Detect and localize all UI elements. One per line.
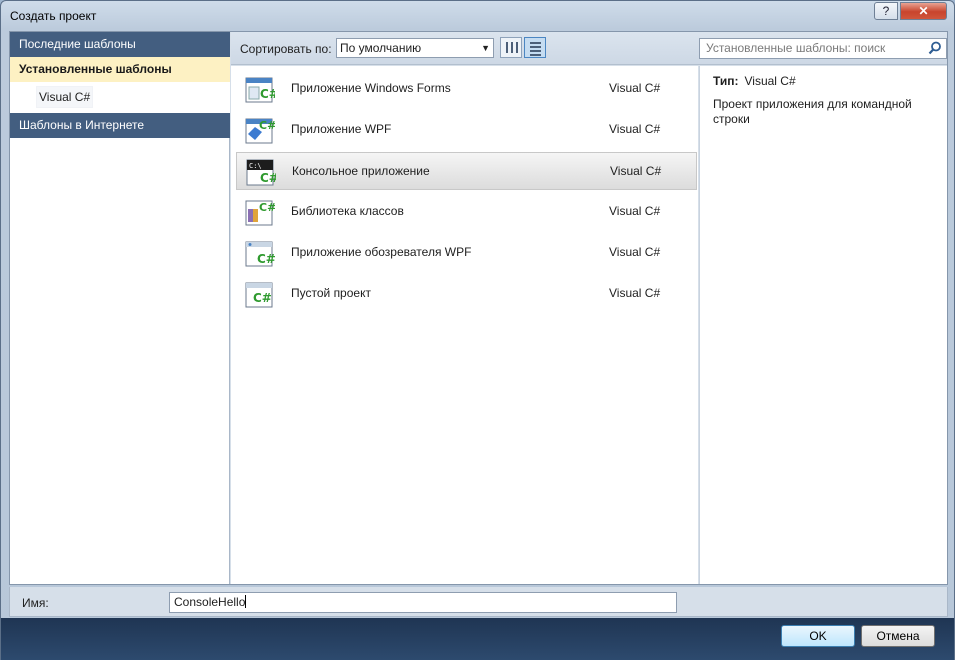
template-description: Проект приложения для командной строки xyxy=(713,97,912,126)
dialog-content: Последние шаблоны Установленные шаблоны … xyxy=(9,31,948,585)
svg-text:C#: C# xyxy=(260,87,275,101)
empty-project-icon: C# xyxy=(245,282,273,308)
sort-dropdown[interactable]: По умолчанию ▼ xyxy=(336,38,494,58)
template-type-label: Тип: xyxy=(713,74,739,88)
sort-dropdown-value: По умолчанию xyxy=(340,41,422,55)
sort-label: Сортировать по: xyxy=(240,42,332,56)
title-bar: Создать проект ? ✕ xyxy=(1,1,954,31)
project-name-input[interactable]: ConsoleHello xyxy=(169,592,677,613)
template-row-wpf[interactable]: C# Приложение WPF Visual C# xyxy=(236,111,697,149)
template-language: Visual C# xyxy=(609,81,661,95)
dialog-button-bar: OK Отмена xyxy=(1,618,954,660)
category-visual-csharp[interactable]: Visual C# xyxy=(10,82,230,113)
svg-text:C#: C# xyxy=(259,201,275,214)
chevron-down-icon: ▼ xyxy=(481,43,490,53)
winforms-project-icon: C# xyxy=(245,77,275,103)
template-language: Visual C# xyxy=(609,245,661,259)
ok-button[interactable]: OK xyxy=(781,625,855,647)
project-name-value: ConsoleHello xyxy=(174,595,246,609)
template-search-input[interactable]: Установленные шаблоны: поиск xyxy=(699,38,947,59)
template-row-winforms[interactable]: C# Приложение Windows Forms Visual C# xyxy=(236,70,697,108)
dialog-title: Создать проект xyxy=(10,9,97,23)
project-name-row: Имя: ConsoleHello xyxy=(9,587,948,617)
template-name: Пустой проект xyxy=(291,286,371,300)
svg-text:C#: C# xyxy=(260,171,276,185)
search-icon[interactable] xyxy=(928,41,942,55)
category-online-templates[interactable]: Шаблоны в Интернете xyxy=(10,113,230,138)
template-list: C# Приложение Windows Forms Visual C# C#… xyxy=(231,66,698,584)
small-icons-view-button[interactable] xyxy=(500,37,522,58)
template-row-class-library[interactable]: C# Библиотека классов Visual C# xyxy=(236,193,697,231)
template-type: Тип: Visual C# xyxy=(713,74,796,88)
template-row-wpf-browser[interactable]: C# Приложение обозревателя WPF Visual C# xyxy=(236,234,697,272)
category-installed-templates[interactable]: Установленные шаблоны xyxy=(10,57,230,82)
help-button[interactable]: ? xyxy=(874,2,898,20)
template-name: Приложение обозревателя WPF xyxy=(291,245,472,259)
wpf-project-icon: C# xyxy=(245,118,275,144)
template-name: Приложение WPF xyxy=(291,122,392,136)
template-language: Visual C# xyxy=(609,204,661,218)
project-name-label: Имя: xyxy=(22,596,49,610)
cancel-button[interactable]: Отмена xyxy=(861,625,935,647)
category-recent-templates[interactable]: Последние шаблоны xyxy=(10,32,230,57)
template-name: Приложение Windows Forms xyxy=(291,81,451,95)
search-placeholder: Установленные шаблоны: поиск xyxy=(706,41,886,55)
new-project-dialog: Создать проект ? ✕ Последние шаблоны Уст… xyxy=(0,0,955,660)
template-name: Консольное приложение xyxy=(292,164,430,178)
svg-text:C#: C# xyxy=(259,119,275,132)
svg-text:C#: C# xyxy=(253,291,272,305)
template-categories: Последние шаблоны Установленные шаблоны … xyxy=(10,32,230,584)
text-caret xyxy=(245,595,247,608)
console-project-icon: C:\ C# xyxy=(246,159,276,186)
template-type-value: Visual C# xyxy=(744,74,796,88)
list-view-button[interactable] xyxy=(524,37,546,58)
close-button[interactable]: ✕ xyxy=(900,2,947,20)
template-info-panel: Тип: Visual C# Проект приложения для кома… xyxy=(699,66,947,584)
template-name: Библиотека классов xyxy=(291,204,404,218)
template-language: Visual C# xyxy=(610,164,662,178)
template-row-console[interactable]: C:\ C# Консольное приложение Visual C# xyxy=(236,152,697,190)
template-language: Visual C# xyxy=(609,122,661,136)
svg-text:C:\: C:\ xyxy=(249,162,262,170)
wpf-browser-project-icon: C# xyxy=(245,241,275,267)
class-library-icon: C# xyxy=(245,200,275,226)
template-language: Visual C# xyxy=(609,286,661,300)
category-visual-csharp-label: Visual C# xyxy=(36,86,94,108)
template-row-empty-project[interactable]: C# Пустой проект Visual C# xyxy=(236,275,697,313)
svg-text:C#: C# xyxy=(257,252,275,266)
